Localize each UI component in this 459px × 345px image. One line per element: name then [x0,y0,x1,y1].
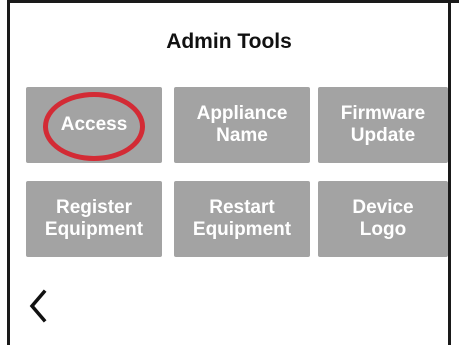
firmware-update-button[interactable]: Firmware Update [318,87,448,163]
register-equipment-label-line1: Register [55,197,132,218]
appliance-name-label-line1: Appliance [196,103,288,124]
device-logo-button[interactable]: Device Logo [318,181,448,257]
page-title: Admin Tools [166,30,292,53]
restart-equipment-label-line2: Equipment [192,219,292,240]
appliance-name-button[interactable]: Appliance Name [174,87,310,163]
restart-equipment-label-line1: Restart [209,197,275,218]
firmware-update-label-line1: Firmware [340,103,426,124]
access-button[interactable]: Access [26,87,162,163]
firmware-update-label-line2: Update [350,125,416,146]
screen-border-top [7,0,459,3]
appliance-name-label-line2: Name [216,125,268,146]
chevron-left-icon [29,289,47,323]
restart-equipment-button[interactable]: Restart Equipment [174,181,310,257]
screen-border-right [448,0,451,345]
register-equipment-label-line2: Equipment [44,219,144,240]
device-logo-label-line2: Logo [359,219,407,240]
back-button[interactable] [22,286,62,326]
device-screen: Admin Tools Access Appliance Name Firmwa… [0,0,459,345]
access-button-label: Access [60,114,128,135]
device-logo-label-line1: Device [352,197,414,218]
register-equipment-button[interactable]: Register Equipment [26,181,162,257]
